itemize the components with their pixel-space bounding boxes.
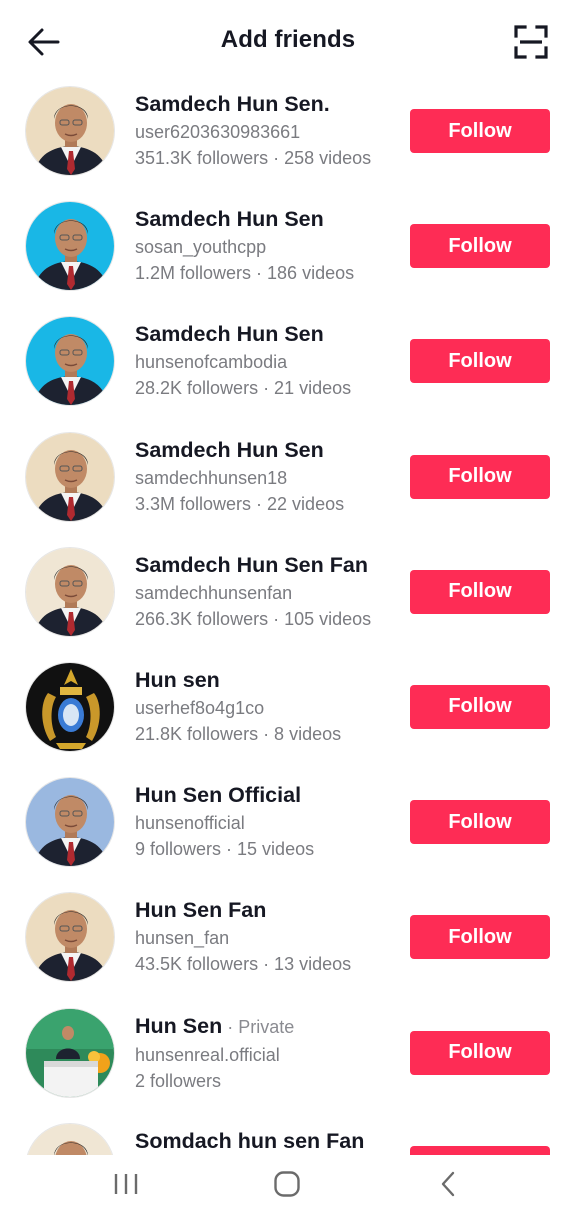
account-stats: 9 followers · 15 videos [135, 839, 315, 860]
recent-apps-icon [114, 1174, 138, 1194]
account-info: Hun sen userhef8o4g1co 21.8K followers · 8… [135, 666, 390, 747]
avatar[interactable] [25, 1122, 115, 1155]
account-row[interactable]: Samdech Hun Sen sosan_youthcpp 1.2M follow… [0, 198, 576, 313]
account-name[interactable]: Hun Sen Official [135, 781, 390, 809]
top-bar: Add friends [0, 0, 576, 80]
account-name-text: Samdech Hun Sen. [135, 92, 330, 116]
recent-apps-button[interactable] [108, 1167, 144, 1201]
account-stats: 351.3K followers · 258 videos [135, 148, 372, 168]
account-info: Samdech Hun Sen sosan_youthcpp 1.2M follow… [135, 205, 390, 286]
account-name-text: Hun Sen [135, 1013, 223, 1038]
scan-button[interactable] [510, 22, 552, 62]
avatar[interactable] [25, 546, 115, 637]
account-info: Hun Sen · Private hunsenreal.official 2 fo… [135, 1012, 390, 1094]
account-row[interactable]: Samdech Hun Sen samdechhunsen18 3.3M follo… [0, 429, 576, 544]
account-name[interactable]: Somdach hun sen Fan [135, 1127, 390, 1155]
account-handle: samdechhunsen18 [135, 467, 288, 488]
account-stats: 28.2K followers · 21 videos [135, 378, 352, 399]
account-name-text: Hun Sen Official [135, 783, 302, 808]
home-icon [274, 1171, 300, 1197]
account-name-text: Samdech Hun Sen [135, 207, 324, 232]
account-stats: 3.3M followers · 22 videos [135, 493, 345, 514]
follow-button[interactable]: Follow [410, 684, 550, 729]
account-row[interactable]: Hun Sen Fan hunsen_fan 43.5K followers · 1… [0, 889, 576, 1004]
account-name-text: Samdech Hun Sen Fan [135, 552, 368, 577]
account-handle: hunsenofficial [135, 813, 245, 834]
account-name-text: Somdach hun sen Fan [135, 1128, 365, 1153]
account-handle: user6203630983661 [135, 122, 301, 142]
avatar[interactable] [25, 892, 115, 983]
follow-button[interactable]: Follow [410, 224, 550, 269]
account-handle: hunsenreal.official [135, 1044, 280, 1065]
account-name[interactable]: Hun Sen Fan [135, 896, 390, 924]
account-info: Samdech Hun Sen Fan samdechhunsenfan 266.3… [135, 551, 390, 632]
account-row[interactable]: Samdech Hun Sen Fan samdechhunsenfan 266.3… [0, 544, 576, 659]
account-name[interactable]: Hun sen [135, 666, 390, 694]
account-row[interactable]: Hun Sen · Private hunsenreal.official 2 fo… [0, 1005, 576, 1120]
follow-button[interactable]: Follow [410, 109, 550, 153]
account-row[interactable]: Hun sen userhef8o4g1co 21.8K followers · 8… [0, 659, 576, 774]
account-handle: sosan_youthcpp [135, 237, 267, 258]
private-tag: · Private [222, 1016, 295, 1037]
follow-button[interactable]: Follow [410, 454, 550, 499]
account-name[interactable]: Samdech Hun Sen. [135, 90, 390, 118]
avatar[interactable] [25, 431, 115, 522]
account-name[interactable]: Samdech Hun Sen [135, 205, 390, 233]
account-info: Samdech Hun Sen hunsenofcambodia 28.2K fol… [135, 320, 390, 401]
account-name[interactable]: Samdech Hun Sen Fan [135, 551, 390, 579]
account-handle: userhef8o4g1co [135, 697, 265, 718]
page-title: Add friends [220, 26, 356, 53]
account-name-text: Samdech Hun Sen [135, 437, 324, 462]
account-handle: hunsen_fan [135, 928, 230, 949]
avatar[interactable] [25, 201, 115, 292]
account-name-text: Samdech Hun Sen [135, 322, 324, 347]
avatar[interactable] [25, 1007, 115, 1098]
follow-button[interactable]: Follow [410, 800, 550, 845]
account-info: Samdech Hun Sen samdechhunsen18 3.3M follo… [135, 436, 390, 517]
account-row[interactable]: Samdech Hun Sen hunsenofcambodia 28.2K fol… [0, 313, 576, 428]
account-name-text: Hun Sen Fan [135, 898, 267, 923]
avatar[interactable] [25, 316, 115, 407]
avatar[interactable] [25, 661, 115, 752]
account-info: Samdech Hun Sen. user6203630983661 351.3K … [135, 90, 390, 171]
account-info: Somdach hun sen Fan [135, 1127, 390, 1155]
account-stats: 266.3K followers · 105 videos [135, 608, 372, 629]
account-stats: 2 followers [135, 1070, 222, 1091]
account-info: Hun Sen Official hunsenofficial 9 follower… [135, 781, 390, 862]
avatar[interactable] [25, 86, 115, 176]
home-button[interactable] [268, 1167, 306, 1201]
avatar[interactable] [25, 777, 115, 868]
follow-button[interactable]: Follow [410, 569, 550, 614]
follow-button[interactable]: Follow [410, 339, 550, 384]
account-stats: 1.2M followers · 186 videos [135, 263, 355, 284]
follow-button[interactable]: Follow [410, 1030, 550, 1075]
account-row[interactable]: Hun Sen Official hunsenofficial 9 follower… [0, 774, 576, 889]
account-name[interactable]: Samdech Hun Sen [135, 320, 390, 348]
suggested-accounts-list[interactable]: Samdech Hun Sen. user6203630983661 351.3K … [0, 83, 576, 1155]
nav-back-button[interactable] [432, 1167, 464, 1201]
account-name[interactable]: Samdech Hun Sen [135, 436, 390, 464]
account-stats: 43.5K followers · 13 videos [135, 954, 352, 975]
account-handle: samdechhunsenfan [135, 582, 293, 603]
scan-qr-icon [514, 25, 548, 59]
account-handle: hunsenofcambodia [135, 352, 288, 373]
account-name-text: Hun sen [135, 667, 220, 692]
follow-button[interactable]: Follow [410, 1145, 550, 1155]
account-stats: 21.8K followers · 8 videos [135, 723, 342, 744]
nav-back-icon [441, 1171, 455, 1197]
follow-button[interactable]: Follow [410, 915, 550, 960]
system-nav-bar [0, 1155, 576, 1214]
account-name[interactable]: Hun Sen · Private [135, 1012, 390, 1041]
account-info: Hun Sen Fan hunsen_fan 43.5K followers · 1… [135, 896, 390, 977]
account-row[interactable]: Somdach hun sen Fan Follow [0, 1120, 576, 1155]
account-row[interactable]: Samdech Hun Sen. user6203630983661 351.3K … [0, 83, 576, 198]
